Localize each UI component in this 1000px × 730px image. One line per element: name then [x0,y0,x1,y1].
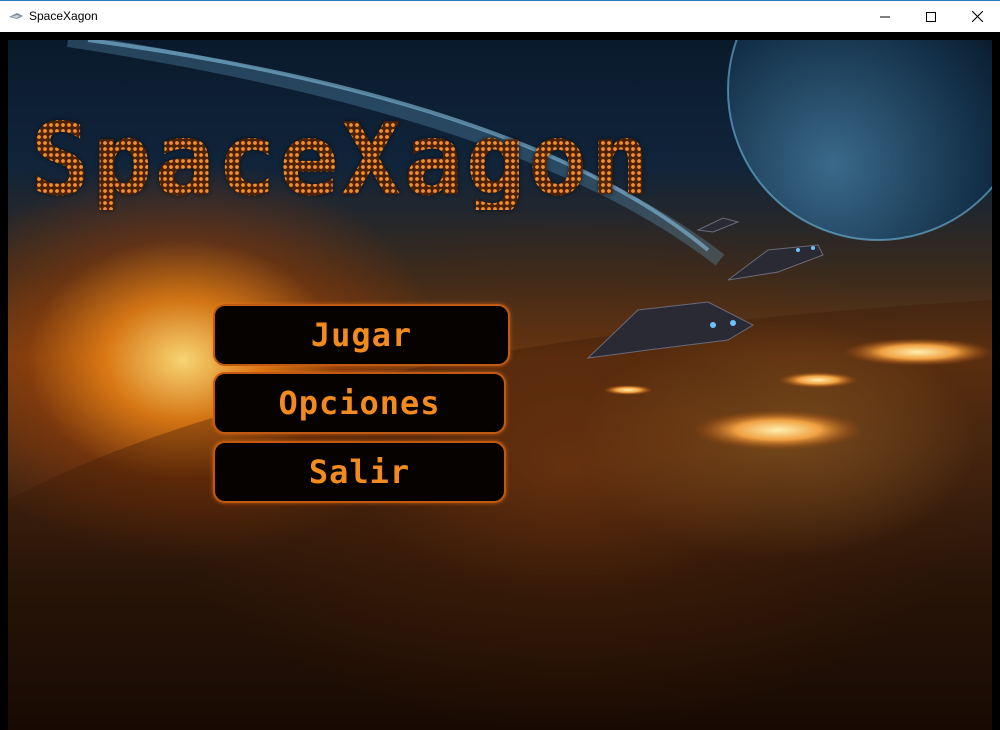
maximize-button[interactable] [908,1,954,32]
close-icon [971,11,983,22]
maximize-icon [926,11,936,22]
close-button[interactable] [954,1,1000,32]
exit-button[interactable]: Salir [213,441,506,503]
play-button[interactable]: Jugar [213,304,510,366]
window-titlebar[interactable]: SpaceXagon [0,0,1000,32]
window-title: SpaceXagon [29,9,98,23]
spaceship-icon [9,13,23,19]
minimize-icon [880,16,890,17]
minimize-button[interactable] [862,1,908,32]
options-button[interactable]: Opciones [213,372,506,434]
game-logo: SpaceXagon [30,101,653,218]
options-button-label: Opciones [278,384,441,422]
game-canvas[interactable]: SpaceXagon Jugar Opciones Salir [0,32,1000,730]
exit-button-label: Salir [308,453,411,491]
play-button-label: Jugar [310,316,413,354]
